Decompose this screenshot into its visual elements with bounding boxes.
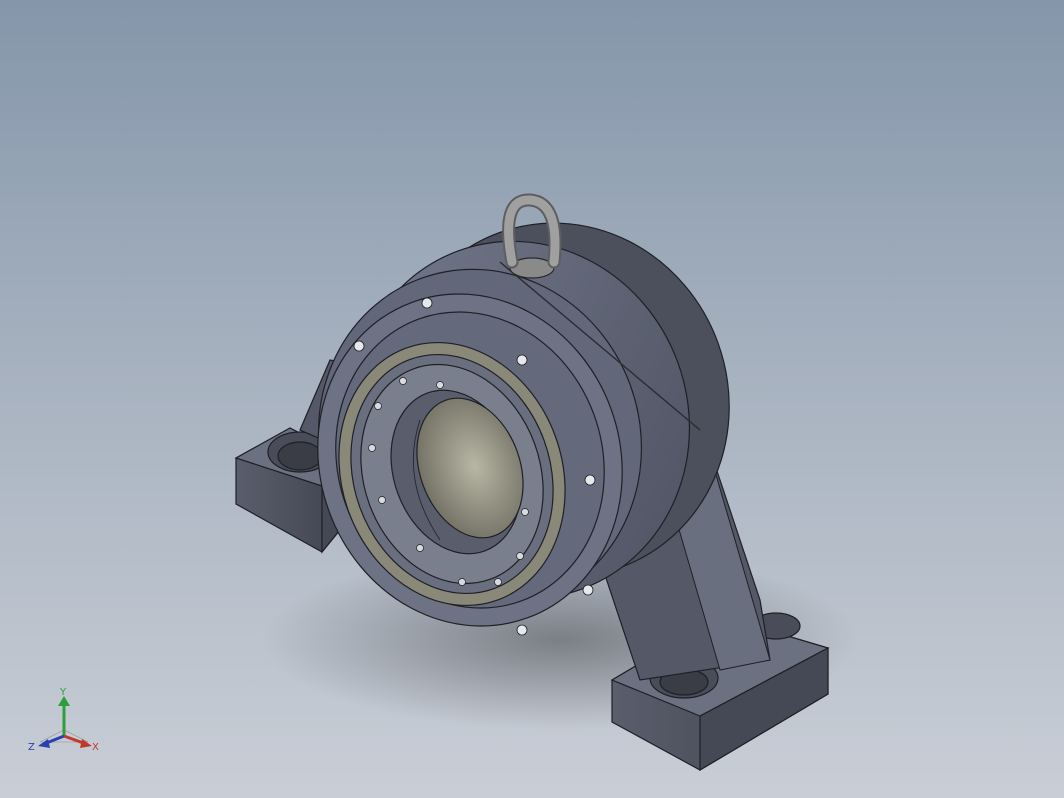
pillow-block-model[interactable] [0, 0, 1064, 798]
graphics-viewport[interactable]: Y X Z [0, 0, 1064, 798]
x-axis-label: X [92, 742, 99, 753]
y-axis-label: Y [59, 687, 67, 698]
z-axis-label: Z [28, 742, 35, 753]
x-axis-arrow-icon [80, 739, 92, 748]
view-orientation-triad[interactable]: Y X Z [24, 684, 104, 754]
